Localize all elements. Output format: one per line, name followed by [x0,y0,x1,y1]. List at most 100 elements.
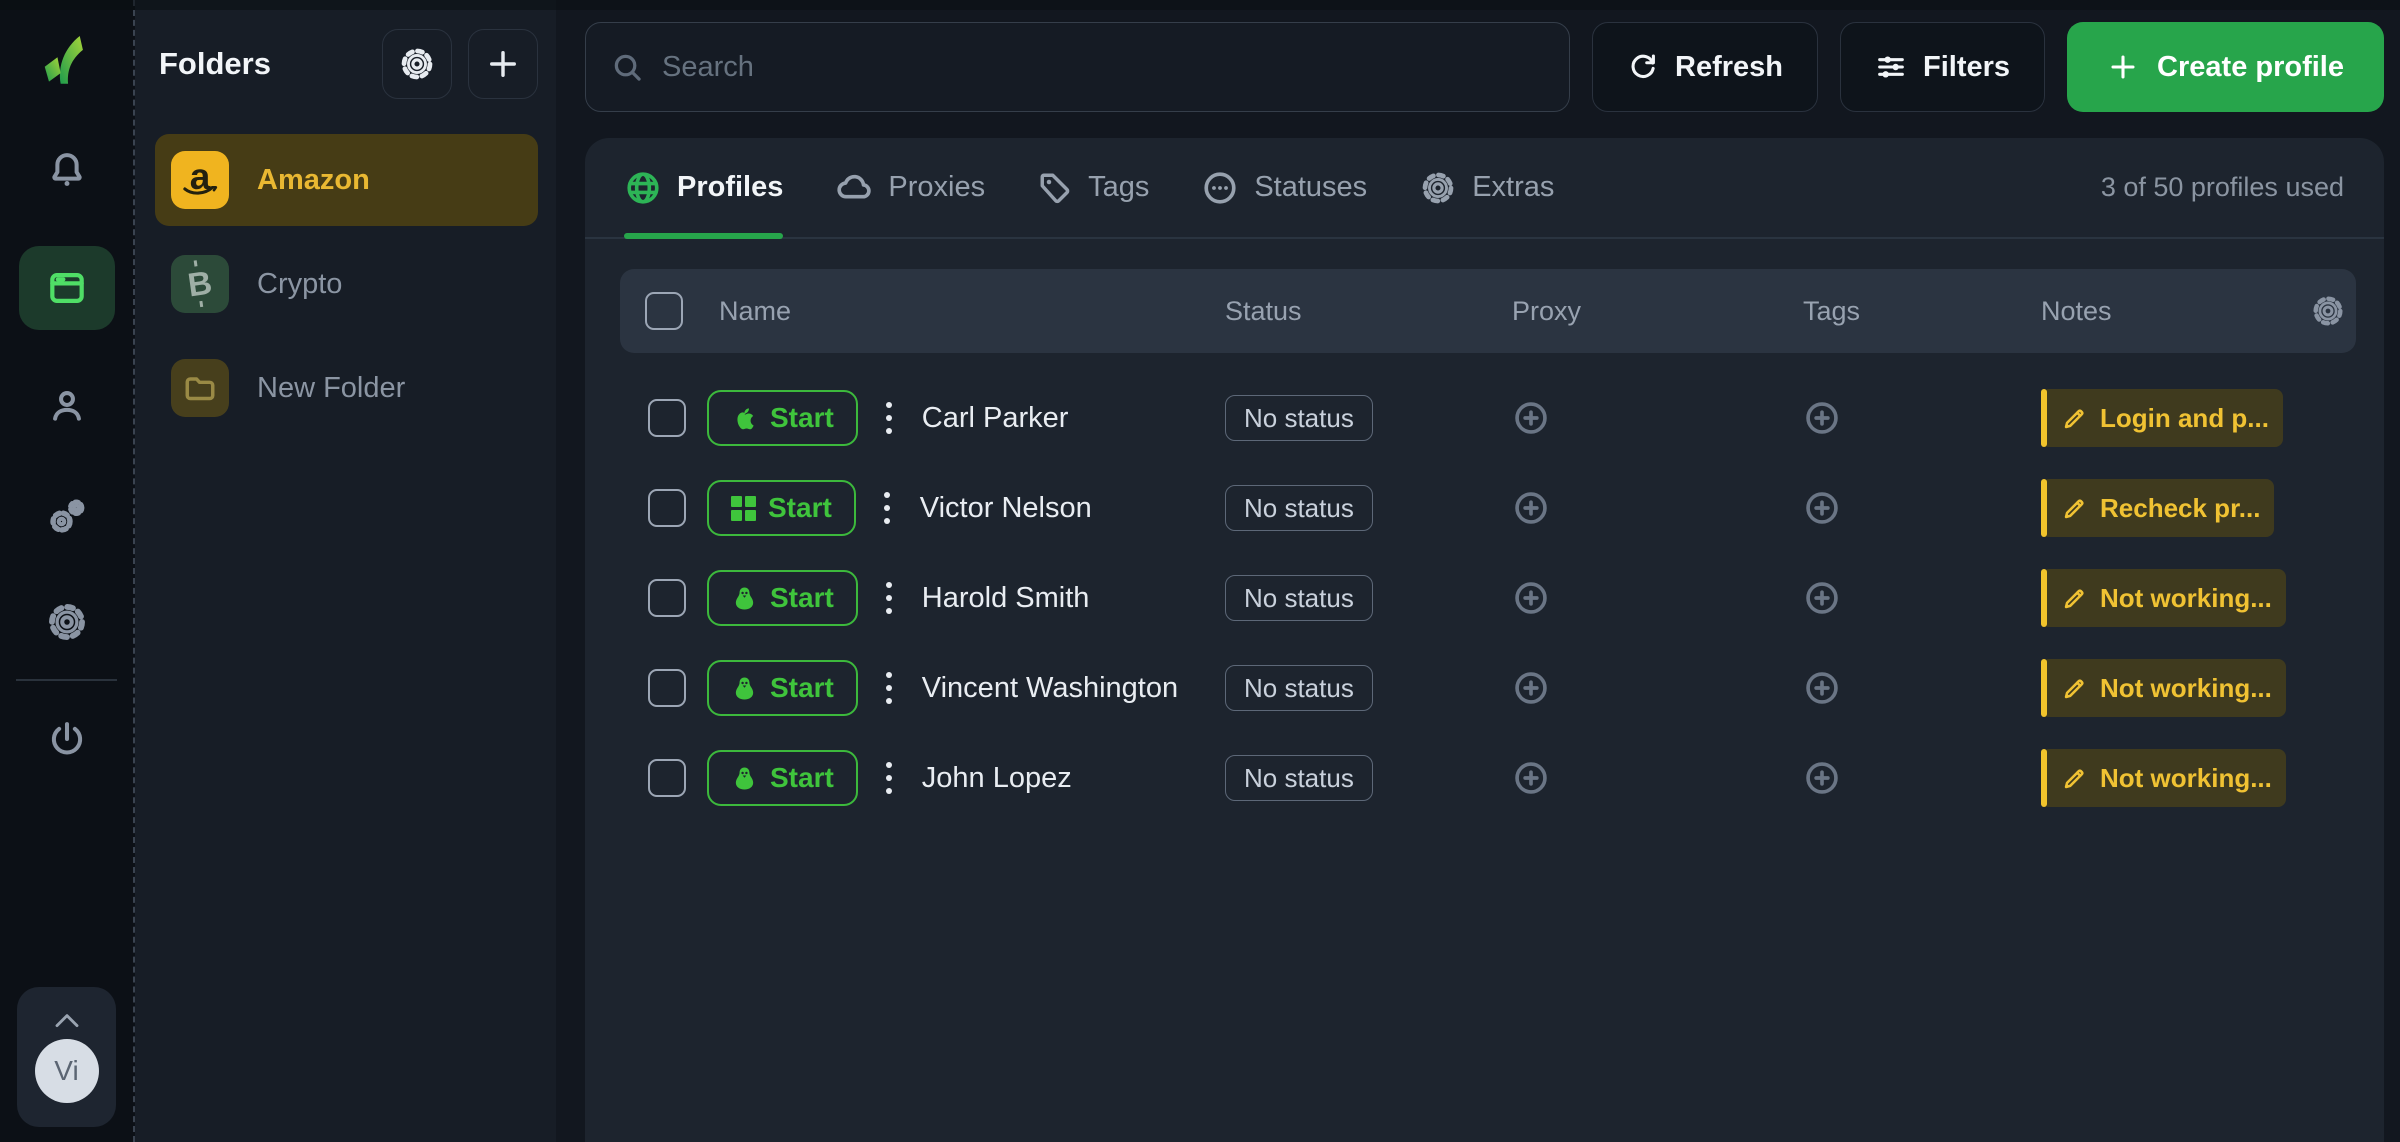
tab-statuses[interactable]: Statuses [1201,138,1367,237]
table-header: Name Status Proxy Tags Notes [620,269,2356,353]
add-tag-button[interactable] [1803,669,1841,707]
add-proxy-button[interactable] [1512,669,1550,707]
brand-logo-icon [35,18,99,88]
plus-circle-icon [1512,759,1550,797]
row-checkbox[interactable] [648,759,686,797]
folder-item-amazon[interactable]: a Amazon [155,134,538,226]
plus-circle-icon [1803,579,1841,617]
search-input[interactable] [660,50,1545,85]
add-tag-button[interactable] [1803,489,1841,527]
profile-name: Harold Smith [922,582,1090,615]
folders-settings-button[interactable] [382,29,452,99]
plus-circle-icon [1512,399,1550,437]
logout-button[interactable] [45,717,89,761]
add-tag-button[interactable] [1803,759,1841,797]
folder-icon [171,359,229,417]
start-profile-button[interactable]: Start [707,480,856,536]
add-proxy-button[interactable] [1512,489,1550,527]
start-profile-button[interactable]: Start [707,390,858,446]
add-folder-button[interactable] [468,29,538,99]
row-menu-button[interactable] [882,758,896,798]
row-menu-button[interactable] [882,668,896,708]
main-area: Refresh Filters Create profile [585,0,2384,1142]
automation-gears-icon [45,494,89,538]
row-menu-button[interactable] [882,398,896,438]
accounts-nav-button[interactable] [45,384,89,428]
start-profile-button[interactable]: Start [707,570,858,626]
folder-item-new-folder[interactable]: New Folder [155,342,538,434]
note-chip[interactable]: Not working... [2041,569,2286,627]
plus-circle-icon [1512,579,1550,617]
filters-button[interactable]: Filters [1840,22,2045,112]
status-badge[interactable]: No status [1225,665,1373,711]
tab-bar: Profiles Proxies Tags [585,138,2384,239]
icon-rail: Vi [0,0,135,1142]
status-badge[interactable]: No status [1225,575,1373,621]
refresh-button[interactable]: Refresh [1592,22,1818,112]
add-proxy-button[interactable] [1512,759,1550,797]
tab-extras[interactable]: Extras [1419,138,1554,237]
folder-label: Crypto [257,268,342,301]
gear-icon [2310,293,2346,329]
browser-window-icon [45,266,89,310]
profiles-nav-button[interactable] [19,246,115,330]
row-checkbox[interactable] [648,669,686,707]
status-dots-icon [1201,169,1239,207]
status-badge[interactable]: No status [1225,395,1373,441]
power-icon [46,718,88,760]
profile-name: John Lopez [922,762,1072,795]
tab-profiles[interactable]: Profiles [624,138,783,237]
note-chip[interactable]: Not working... [2041,749,2286,807]
bitcoin-icon: B [171,255,229,313]
automation-nav-button[interactable] [45,494,89,538]
start-profile-button[interactable]: Start [707,750,858,806]
amazon-icon: a [171,151,229,209]
row-menu-button[interactable] [882,578,896,618]
row-menu-button[interactable] [880,488,894,528]
add-proxy-button[interactable] [1512,399,1550,437]
linux-icon [731,585,758,612]
add-tag-button[interactable] [1803,579,1841,617]
table-row: Start Harold Smith No status [620,553,2356,643]
row-checkbox[interactable] [648,399,686,437]
table-settings-button[interactable] [2310,293,2346,329]
table-row: Start Carl Parker No status [620,373,2356,463]
create-profile-button[interactable]: Create profile [2067,22,2384,112]
pencil-icon [2061,405,2088,432]
add-tag-button[interactable] [1803,399,1841,437]
select-all-checkbox[interactable] [645,292,683,330]
note-chip[interactable]: Not working... [2041,659,2286,717]
profile-name: Carl Parker [922,402,1069,435]
tab-proxies[interactable]: Proxies [835,138,985,237]
column-header-proxy: Proxy [1512,296,1803,327]
notifications-button[interactable] [45,148,89,192]
folder-label: Amazon [257,164,370,197]
search-icon [610,50,644,84]
plus-circle-icon [1803,759,1841,797]
status-badge[interactable]: No status [1225,755,1373,801]
table-row: Start Victor Nelson No status [620,463,2356,553]
avatar: Vi [35,1039,99,1103]
pencil-icon [2061,675,2088,702]
avatar-initials: Vi [54,1055,78,1087]
plus-circle-icon [1512,489,1550,527]
row-checkbox[interactable] [648,579,686,617]
add-proxy-button[interactable] [1512,579,1550,617]
profile-name: Victor Nelson [920,492,1092,525]
folders-title: Folders [159,46,271,82]
folder-item-crypto[interactable]: B Crypto [155,238,538,330]
note-chip[interactable]: Login and p... [2041,389,2283,447]
tab-tags[interactable]: Tags [1037,138,1149,237]
user-menu[interactable]: Vi [17,987,116,1127]
row-checkbox[interactable] [648,489,686,527]
table-row: Start John Lopez No status [620,733,2356,823]
filters-icon [1875,51,1907,83]
status-badge[interactable]: No status [1225,485,1373,531]
note-chip[interactable]: Recheck pr... [2041,479,2274,537]
settings-nav-button[interactable] [45,600,89,644]
linux-icon [731,675,758,702]
folders-panel: Folders a [135,0,556,1142]
cloud-icon [835,169,873,207]
start-profile-button[interactable]: Start [707,660,858,716]
plus-circle-icon [1803,669,1841,707]
